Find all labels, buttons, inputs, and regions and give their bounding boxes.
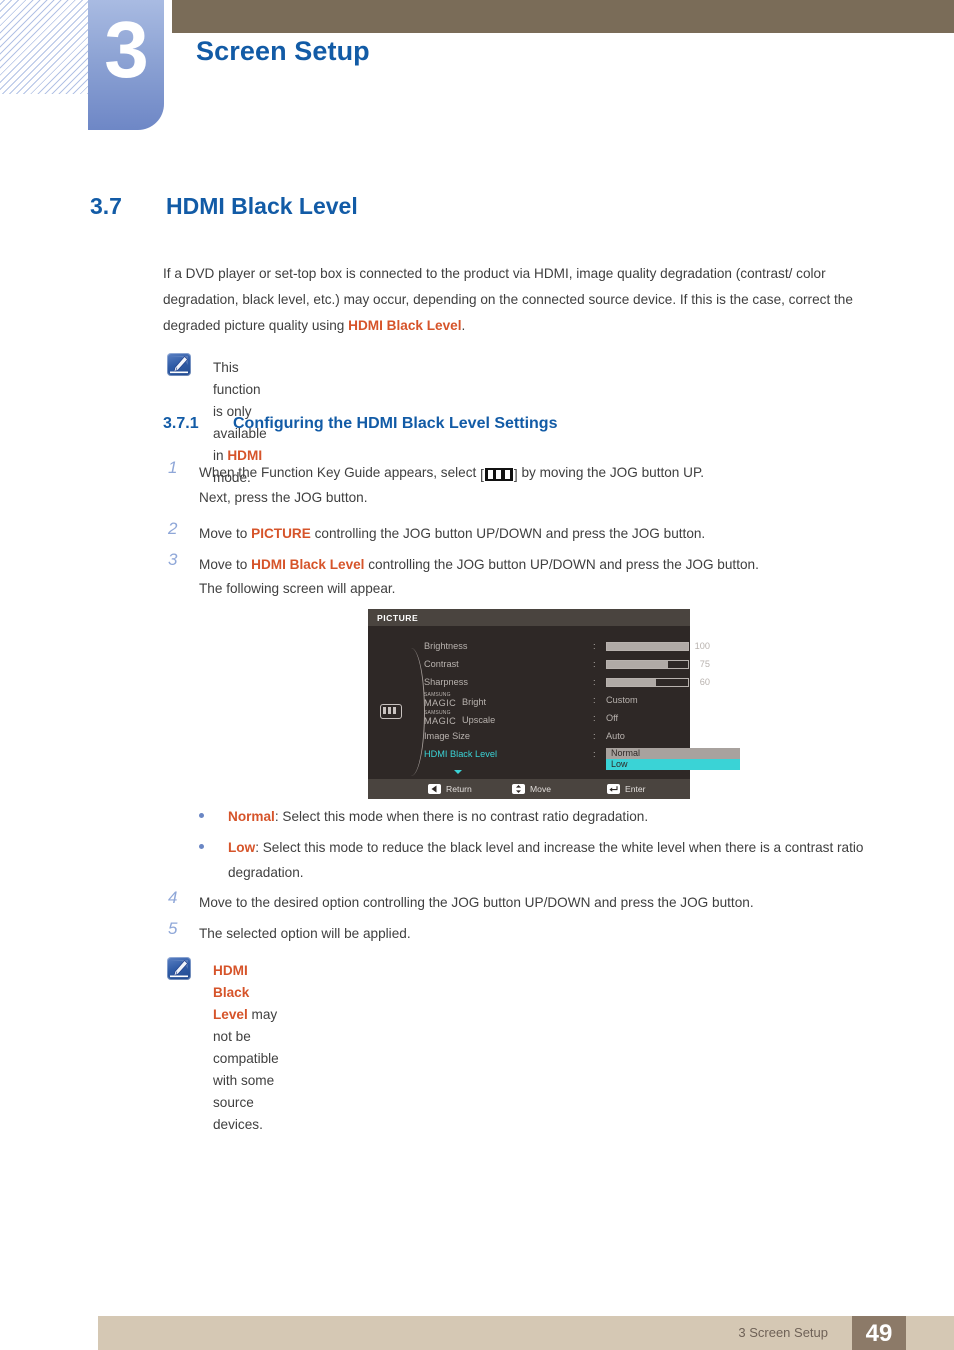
osd-row-hdmi-black-level[interactable]: HDMI Black Level : Normal Low bbox=[424, 748, 740, 770]
osd-label-upscale-word: Upscale bbox=[462, 715, 496, 725]
step-1-pre: When the Function Key Guide appears, sel… bbox=[199, 465, 481, 480]
step-number-1: 1 bbox=[168, 458, 178, 477]
osd-value-brightness: 100 bbox=[694, 641, 710, 651]
osd-label-brightness: Brightness bbox=[424, 641, 468, 651]
osd-label-image-size: Image Size bbox=[424, 731, 470, 741]
step-text-3-line2: The following screen will appear. bbox=[199, 581, 396, 596]
step-text-1: When the Function Key Guide appears, sel… bbox=[199, 460, 899, 487]
osd-label-sharpness: Sharpness bbox=[424, 677, 468, 687]
osd-arc-decoration bbox=[402, 648, 425, 776]
osd-colon-hdmi-black-level: : bbox=[593, 749, 596, 759]
osd-colon-magicupscale: : bbox=[593, 713, 596, 723]
section-number: 3.7 bbox=[90, 193, 122, 219]
osd-label-bright-word: Bright bbox=[462, 697, 487, 707]
osd-colon-image-size: : bbox=[593, 731, 596, 741]
note-pencil-icon bbox=[167, 353, 191, 376]
footer-page-number: 49 bbox=[865, 1320, 893, 1347]
step-text-2: Move to PICTURE controlling the JOG butt… bbox=[199, 521, 899, 546]
osd-value-magicupscale: Off bbox=[606, 713, 619, 723]
subsection-number: 3.7.1 bbox=[163, 415, 199, 432]
step-number-5: 5 bbox=[168, 919, 178, 938]
move-updown-icon bbox=[512, 784, 525, 794]
step-3-pre: Move to bbox=[199, 557, 252, 572]
header-brown-band bbox=[172, 0, 954, 33]
osd-value-magicbright: Custom bbox=[606, 695, 638, 705]
magic-magic-text-2: MAGIC bbox=[424, 716, 457, 726]
step-text-5: The selected option will be applied. bbox=[199, 926, 411, 941]
bullet-dot-1 bbox=[199, 813, 204, 818]
bullet-text-2: Low: Select this mode to reduce the blac… bbox=[228, 835, 900, 885]
osd-title: PICTURE bbox=[377, 613, 419, 623]
footer-label: 3 Screen Setup bbox=[738, 1325, 828, 1340]
osd-row-magicbright[interactable]: SAMSUNG MAGIC Bright : Custom bbox=[424, 693, 684, 713]
step-1-post: by moving the JOG button UP. bbox=[517, 465, 705, 480]
osd-footer-label-return: Return bbox=[446, 784, 472, 794]
note-bottom-rest: may not be compatible with some source d… bbox=[213, 1007, 279, 1132]
osd-slider-sharpness[interactable] bbox=[606, 678, 689, 687]
osd-colon-magicbright: : bbox=[593, 695, 596, 705]
osd-body: Brightness : 100 Contrast : 75 Sharpness… bbox=[368, 626, 740, 779]
step-text-3: Move to HDMI Black Level controlling the… bbox=[199, 552, 899, 577]
magic-magic-text: MAGIC bbox=[424, 698, 457, 708]
osd-row-image-size[interactable]: Image Size : Auto bbox=[424, 731, 684, 749]
osd-colon-brightness: : bbox=[593, 641, 596, 651]
chapter-title: Screen Setup bbox=[196, 36, 370, 66]
bullet-2-highlight: Low bbox=[228, 840, 256, 855]
return-arrow-icon bbox=[428, 784, 441, 794]
note-bottom-highlight: HDMI Black Level bbox=[213, 963, 250, 1022]
chapter-number: 3 bbox=[104, 5, 149, 94]
osd-colon-contrast: : bbox=[593, 659, 596, 669]
osd-row-contrast[interactable]: Contrast : 75 bbox=[424, 659, 710, 677]
osd-footer-label-enter: Enter bbox=[625, 784, 646, 794]
osd-value-image-size: Auto bbox=[606, 731, 625, 741]
step-3-highlight: HDMI Black Level bbox=[251, 557, 365, 572]
step-2-highlight: PICTURE bbox=[251, 526, 311, 541]
bullet-text-1: Normal: Select this mode when there is n… bbox=[228, 804, 900, 829]
osd-row-magicupscale[interactable]: SAMSUNG MAGIC Upscale : Off bbox=[424, 711, 684, 731]
osd-label-magic-bright: SAMSUNG MAGIC bbox=[424, 693, 460, 708]
picture-menu-key-icon: [] bbox=[480, 467, 518, 482]
note-bottom-text: HDMI Black Level may not be compatible w… bbox=[213, 960, 279, 1136]
section-title: HDMI Black Level bbox=[166, 193, 358, 219]
bullet-1-text: : Select this mode when there is no cont… bbox=[274, 809, 649, 824]
osd-screenshot: PICTURE Brightness : 100 Contrast : 75 S… bbox=[368, 609, 740, 799]
intro-highlight: HDMI Black Level bbox=[348, 318, 462, 333]
step-number-2: 2 bbox=[168, 519, 178, 538]
osd-submenu-hdmi-black-level: Normal Low bbox=[606, 748, 740, 770]
enter-key-icon bbox=[607, 784, 620, 794]
step-2-post: controlling the JOG button UP/DOWN and p… bbox=[310, 526, 706, 541]
osd-slider-brightness[interactable] bbox=[606, 642, 689, 651]
step-3-post: controlling the JOG button UP/DOWN and p… bbox=[364, 557, 759, 572]
chapter-tab: 3 bbox=[88, 0, 164, 130]
intro-paragraph: If a DVD player or set-top box is connec… bbox=[163, 261, 895, 339]
step-2-pre: Move to bbox=[199, 526, 252, 541]
subsection-title: Configuring the HDMI Black Level Setting… bbox=[233, 415, 558, 432]
header-hatch-pattern bbox=[0, 0, 88, 94]
osd-value-contrast: 75 bbox=[699, 659, 710, 669]
osd-label-contrast: Contrast bbox=[424, 659, 459, 669]
osd-slider-contrast[interactable] bbox=[606, 660, 689, 669]
step-text-4: Move to the desired option controlling t… bbox=[199, 895, 754, 910]
osd-option-low[interactable]: Low bbox=[606, 759, 740, 770]
osd-footer-bar: Return Move Enter bbox=[368, 779, 690, 799]
bullet-2-text: : Select this mode to reduce the black l… bbox=[228, 840, 864, 880]
step-number-3: 3 bbox=[168, 550, 178, 569]
picture-bars-icon bbox=[380, 704, 402, 719]
osd-footer-label-move: Move bbox=[530, 784, 552, 794]
intro-text-part1: If a DVD player or set-top box is connec… bbox=[163, 266, 853, 333]
osd-option-normal[interactable]: Normal bbox=[606, 748, 740, 759]
bullet-1-highlight: Normal bbox=[228, 809, 275, 824]
osd-scroll-down-caret-icon bbox=[454, 770, 462, 774]
osd-label-magic-upscale: SAMSUNG MAGIC bbox=[424, 711, 460, 726]
osd-row-brightness[interactable]: Brightness : 100 bbox=[424, 641, 710, 659]
osd-value-sharpness: 60 bbox=[699, 677, 710, 687]
osd-row-sharpness[interactable]: Sharpness : 60 bbox=[424, 677, 710, 695]
osd-colon-sharpness: : bbox=[593, 677, 596, 687]
note-pencil-icon-bottom bbox=[167, 957, 191, 980]
step-number-4: 4 bbox=[168, 888, 178, 907]
step-text-1-line2: Next, press the JOG button. bbox=[199, 490, 368, 505]
intro-text-part2: . bbox=[461, 318, 466, 333]
osd-label-hdmi-black-level: HDMI Black Level bbox=[424, 749, 498, 759]
bullet-dot-2 bbox=[199, 844, 204, 849]
